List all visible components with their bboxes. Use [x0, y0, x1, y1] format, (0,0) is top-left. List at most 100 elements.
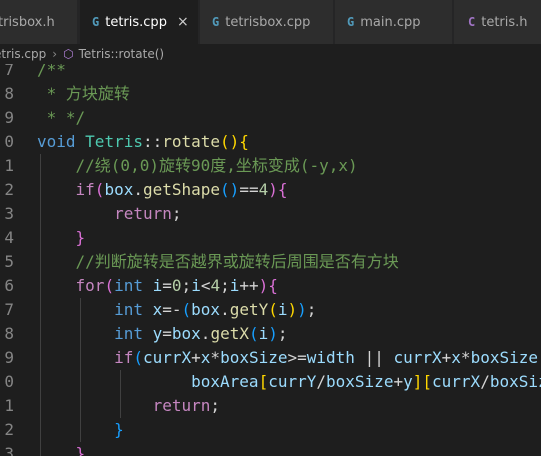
- indent-guide: [40, 154, 41, 456]
- code-token: +: [191, 348, 201, 367]
- code-token: >=: [287, 348, 307, 367]
- code-line[interactable]: 1 return;: [0, 394, 541, 418]
- code-token: {: [268, 276, 278, 295]
- code-token: if: [75, 180, 95, 199]
- code-token: int: [114, 300, 143, 319]
- code-line[interactable]: 0 boxArea[currY/boxSize+y][currX/boxSize: [0, 370, 541, 394]
- code-token: =-: [162, 300, 182, 319]
- code-token: (): [220, 132, 240, 151]
- tab-label: main.cpp: [360, 14, 421, 30]
- code-token: 0: [171, 276, 182, 295]
- indent-guide: [80, 298, 81, 442]
- code-line[interactable]: 2 if(box.getShape()==4){: [0, 178, 541, 202]
- code-line[interactable]: 9 * */: [0, 106, 541, 130]
- tab-trisbox-h[interactable]: trisbox.h: [0, 0, 78, 44]
- indent-guide: [120, 370, 121, 418]
- breadcrumb-file[interactable]: etris.cpp: [0, 47, 46, 61]
- code-token: ;: [181, 276, 192, 295]
- tab-tetris-cpp[interactable]: Gtetris.cpp ×: [80, 0, 199, 44]
- code-token: boxSize: [326, 372, 394, 391]
- line-number: 7: [4, 300, 14, 319]
- code-line[interactable]: 3 }: [0, 442, 541, 456]
- code-line[interactable]: 3 return;: [0, 202, 541, 226]
- line-number: 1: [4, 396, 14, 415]
- code-line[interactable]: 8 * 方块旋转: [0, 82, 541, 106]
- breadcrumb-symbol[interactable]: Tetris::rotate(): [79, 47, 165, 61]
- line-number: 0: [4, 372, 14, 391]
- code-token: }: [114, 420, 124, 439]
- code-token: box: [191, 300, 221, 319]
- code-text: return;: [37, 394, 220, 418]
- code-token: getX: [210, 324, 249, 343]
- tab-tetris-h[interactable]: Ctetris.h: [454, 0, 541, 44]
- code-line[interactable]: 8 int y=box.getX(i);: [0, 322, 541, 346]
- code-token: return: [114, 204, 172, 223]
- code-token: i: [152, 276, 163, 295]
- code-token: rotate: [162, 132, 221, 151]
- code-token: currX: [142, 348, 192, 367]
- code-token: {: [239, 132, 249, 151]
- code-token: (: [94, 180, 105, 199]
- method-symbol-icon: ⬡: [63, 47, 74, 61]
- code-token: [: [422, 372, 433, 391]
- cpp-file-icon: G: [212, 15, 220, 29]
- code-token: Tetris: [85, 132, 143, 151]
- code-line[interactable]: 2 }: [0, 418, 541, 442]
- code-editor[interactable]: 7/** 8 * 方块旋转 9 * */0 void Tetris::rotate()…: [0, 64, 541, 456]
- code-token: i: [258, 324, 269, 343]
- code-line[interactable]: 9 if(currX+x*boxSize>=width || currX+x*b…: [0, 346, 541, 370]
- code-token: ==: [239, 180, 259, 199]
- line-number: 5: [4, 252, 14, 271]
- tab-label: tetris.h: [481, 14, 528, 30]
- code-token: ;: [210, 396, 221, 415]
- code-line[interactable]: 6 for(int i=0;i<4;i++){: [0, 274, 541, 298]
- code-token: i: [277, 300, 288, 319]
- line-number: 2: [4, 420, 14, 439]
- code-line[interactable]: 7 int x=-(box.getY(i));: [0, 298, 541, 322]
- code-text: int y=box.getX(i);: [37, 322, 287, 346]
- code-token: return: [152, 396, 211, 415]
- code-token: x: [451, 348, 461, 367]
- code-token: =: [162, 324, 172, 343]
- code-line[interactable]: 0 void Tetris::rotate(){: [0, 130, 541, 154]
- code-text: * */: [37, 106, 86, 130]
- code-token: if: [114, 348, 134, 367]
- cpp-file-icon: G: [347, 15, 355, 29]
- close-icon[interactable]: ×: [177, 14, 189, 30]
- code-token: i: [229, 276, 240, 295]
- cpp-file-icon: G: [92, 15, 100, 29]
- line-number: 3: [4, 444, 14, 456]
- tab-main-cpp[interactable]: Gmain.cpp: [335, 0, 453, 44]
- code-line[interactable]: 5 //判断旋转是否越界或旋转后周围是否有方块: [0, 250, 541, 274]
- line-number: 1: [4, 156, 14, 175]
- tab-label: trisbox.h: [0, 14, 55, 30]
- code-token: *: [210, 348, 221, 367]
- code-token: }: [75, 444, 86, 456]
- code-line[interactable]: 7 /**: [0, 64, 541, 82]
- code-line[interactable]: 1 //绕(0,0)旋转90度,坐标变成(-y,x): [0, 154, 541, 178]
- code-text: //判断旋转是否越界或旋转后周围是否有方块: [37, 250, 399, 274]
- code-token: * */: [37, 108, 86, 127]
- code-token: width: [306, 348, 355, 367]
- code-token: ]: [412, 372, 423, 391]
- code-token: *: [460, 348, 471, 367]
- line-number: 0: [4, 132, 14, 151]
- editor-window: trisbox.h Gtetris.cpp × Gtetrisbox.cpp Gmain…: [0, 0, 541, 456]
- code-token: ;: [306, 300, 317, 319]
- code-token: ||: [354, 348, 394, 367]
- breadcrumb-separator: ›: [52, 47, 58, 61]
- line-number: 8: [4, 324, 14, 343]
- code-line[interactable]: 4 }: [0, 226, 541, 250]
- code-token: ): [297, 300, 307, 319]
- tab-tetrisbox-cpp[interactable]: Gtetrisbox.cpp: [200, 0, 334, 44]
- code-token: ;: [220, 276, 230, 295]
- code-token: x: [200, 348, 211, 367]
- line-number: 4: [4, 228, 14, 247]
